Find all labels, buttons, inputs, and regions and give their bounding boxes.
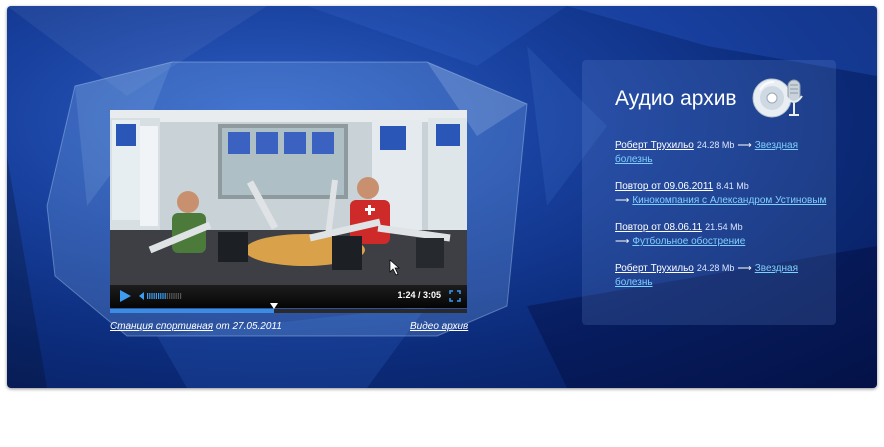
time-display: 1:24 / 3:05 — [397, 290, 441, 300]
audio-entry-size: 24.28 Mb — [696, 263, 735, 273]
progress-fill — [110, 309, 275, 313]
audio-entry-title[interactable]: Повтор от 08.06.11 — [615, 222, 702, 233]
station-link[interactable]: Станция спортивная — [110, 321, 213, 332]
arrow-right-icon: ⟶ — [615, 195, 630, 206]
audio-archive-title: Аудио архив — [615, 87, 737, 110]
video-player[interactable]: 1:24 / 3:05 — [110, 110, 467, 313]
audio-entry-title[interactable]: Повтор от 09.06.2011 — [615, 181, 713, 192]
volume-bar — [175, 293, 177, 299]
audio-entry-size: 24.28 Mb — [696, 140, 735, 150]
volume-bar — [164, 293, 166, 299]
audio-entry: Повтор от 09.06.2011 8.41 Mb ⟶ Кинокомпания… — [615, 179, 830, 208]
cd-microphone-icon — [752, 78, 803, 118]
player-controls: 1:24 / 3:05 — [110, 285, 467, 308]
volume-bar — [155, 293, 157, 299]
arrow-right-icon: ⟶ — [737, 263, 752, 274]
volume-bar — [162, 293, 164, 299]
audio-entry-size: 21.54 Mb — [705, 222, 743, 232]
volume-bar — [151, 293, 153, 299]
studio-video-still — [110, 110, 467, 285]
audio-entry: Повтор от 08.06.11 21.54 Mb ⟶ Футбольное об… — [615, 220, 830, 249]
video-frame[interactable] — [110, 110, 467, 285]
volume-bar — [149, 293, 151, 299]
volume-icon[interactable] — [139, 290, 183, 302]
volume-bar — [177, 293, 179, 299]
volume-bar — [147, 293, 149, 299]
arrow-right-icon: ⟶ — [737, 140, 752, 151]
audio-entry: Роберт Трухильо 24.28 Mb ⟶ Звездная болезнь — [615, 261, 830, 290]
main-banner: 1:24 / 3:05 Станция спортивная от 27.05.… — [7, 6, 877, 388]
audio-archive-panel: Аудио архив Роберт Трухильо 24.28 Mb ⟶ Звез… — [582, 60, 836, 325]
audio-entry: Роберт Трухильо 24.28 Mb ⟶ Звездная болезнь — [615, 138, 830, 167]
volume-bar — [153, 293, 155, 299]
play-icon[interactable] — [118, 289, 132, 303]
video-date: от 27.05.2011 — [215, 321, 282, 332]
volume-bar — [166, 293, 168, 299]
volume-bar — [171, 293, 173, 299]
progress-bar[interactable] — [110, 309, 467, 313]
video-archive-caption: Видео архив — [410, 321, 468, 332]
volume-bar — [173, 293, 175, 299]
arrow-right-icon: ⟶ — [615, 236, 630, 247]
audio-entry-link[interactable]: Кинокомпания с Александром Устиновым — [632, 195, 826, 206]
fullscreen-icon[interactable] — [449, 290, 461, 302]
audio-entry-link[interactable]: Футбольное обострение — [632, 236, 745, 247]
video-caption: Станция спортивная от 27.05.2011 — [110, 321, 282, 332]
video-archive-link[interactable]: Видео архив — [410, 321, 468, 332]
volume-bar — [169, 293, 171, 299]
volume-bar — [180, 293, 182, 299]
audio-entry-title[interactable]: Роберт Трухильо — [615, 263, 694, 274]
audio-entry-size: 8.41 Mb — [716, 181, 749, 191]
audio-entry-list: Роберт Трухильо 24.28 Mb ⟶ Звездная болезнь… — [615, 138, 830, 302]
volume-bar — [158, 293, 160, 299]
volume-bar — [160, 293, 162, 299]
audio-entry-title[interactable]: Роберт Трухильо — [615, 140, 694, 151]
